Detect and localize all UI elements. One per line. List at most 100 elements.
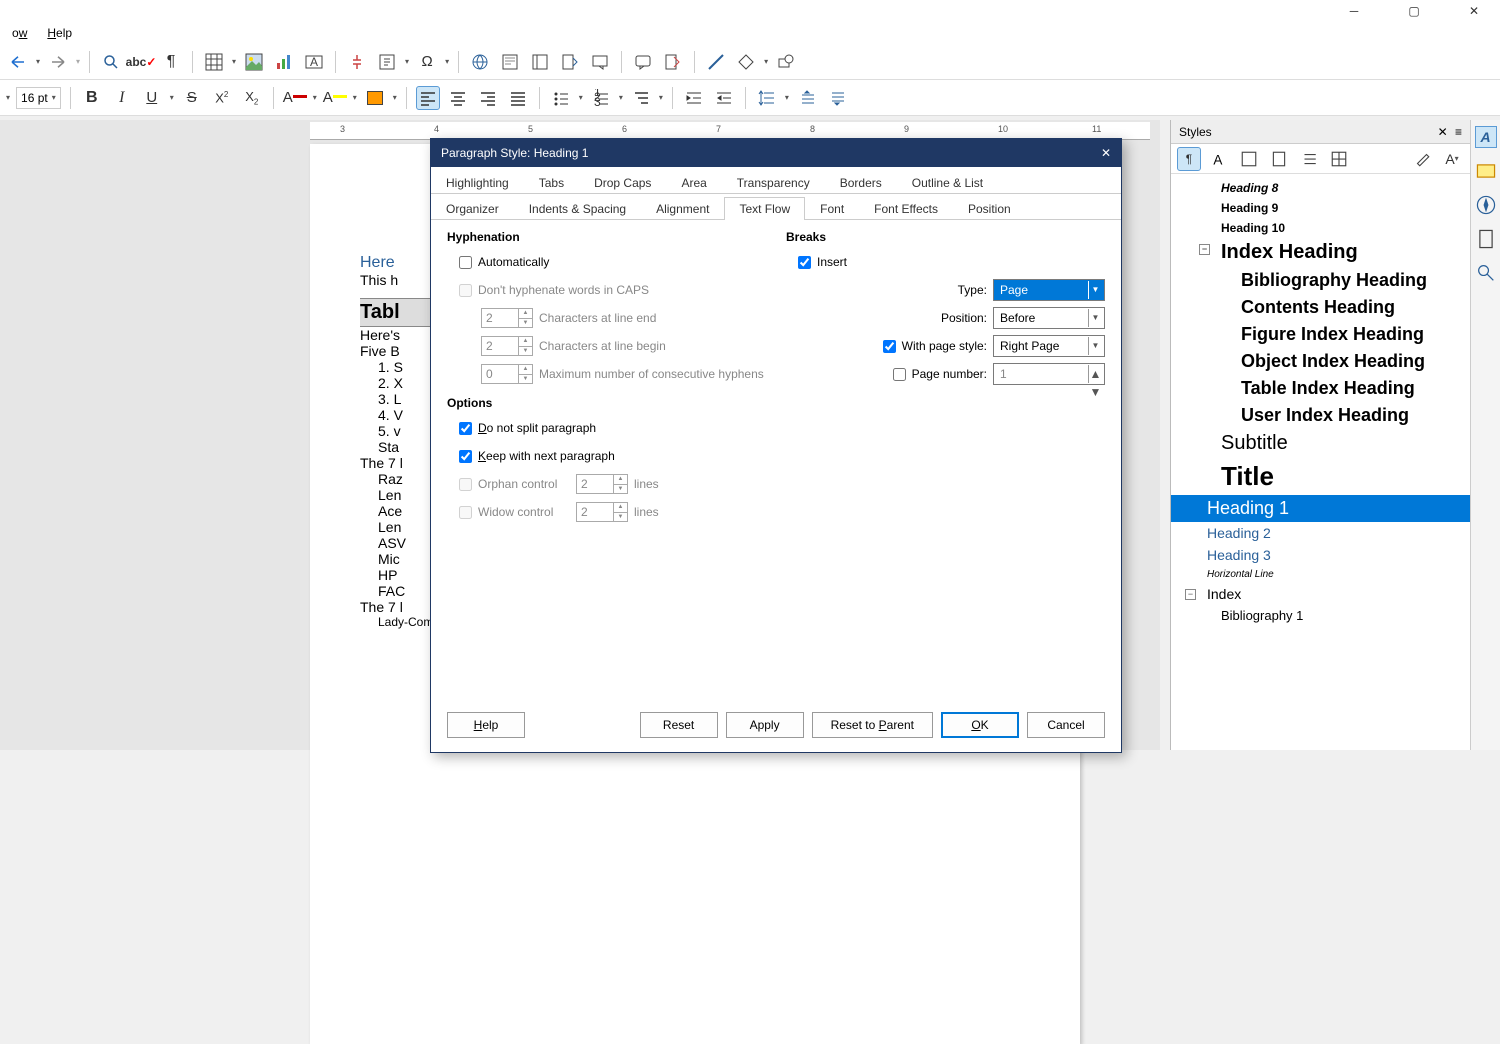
tab-alignment[interactable]: Alignment: [641, 197, 724, 220]
bold-icon[interactable]: B: [80, 86, 104, 110]
line-spacing-icon[interactable]: [755, 86, 779, 110]
style-item[interactable]: Heading 8: [1171, 178, 1470, 198]
insert-checkbox[interactable]: [798, 256, 811, 269]
comment-icon[interactable]: [631, 50, 655, 74]
insert-table-icon[interactable]: [202, 50, 226, 74]
comment-icon-2[interactable]: [588, 50, 612, 74]
find-replace-icon[interactable]: [99, 50, 123, 74]
tab-borders[interactable]: Borders: [825, 171, 897, 194]
ok-button[interactable]: OK: [941, 712, 1019, 738]
draw-functions-icon[interactable]: [774, 50, 798, 74]
tab-transparency[interactable]: Transparency: [722, 171, 825, 194]
basic-shapes-icon[interactable]: [734, 50, 758, 74]
cross-ref-icon[interactable]: [558, 50, 582, 74]
new-style-icon[interactable]: A▾: [1440, 147, 1464, 171]
align-center-icon[interactable]: [446, 86, 470, 110]
with-style-checkbox[interactable]: [883, 340, 896, 353]
underline-icon[interactable]: U: [140, 86, 164, 110]
sidebar-properties-icon[interactable]: A: [1475, 126, 1497, 148]
automatically-checkbox[interactable]: [459, 256, 472, 269]
sidebar-navigator-icon[interactable]: [1475, 194, 1497, 216]
character-styles-icon[interactable]: A: [1207, 147, 1231, 171]
frame-styles-icon[interactable]: [1237, 147, 1261, 171]
special-char-icon[interactable]: Ω: [415, 50, 439, 74]
style-item[interactable]: User Index Heading: [1171, 402, 1470, 429]
tab-organizer[interactable]: Organizer: [431, 197, 514, 220]
bookmark-icon[interactable]: [528, 50, 552, 74]
tab-indents-spacing[interactable]: Indents & Spacing: [514, 197, 641, 220]
char-highlight-icon[interactable]: [363, 86, 387, 110]
tree-toggle-icon[interactable]: −: [1185, 589, 1196, 600]
tab-font-effects[interactable]: Font Effects: [859, 197, 953, 220]
insert-field-icon[interactable]: [375, 50, 399, 74]
align-right-icon[interactable]: [476, 86, 500, 110]
sidebar-gallery-icon[interactable]: [1475, 160, 1497, 182]
tab-area[interactable]: Area: [666, 171, 721, 194]
align-left-icon[interactable]: [416, 86, 440, 110]
minimize-button[interactable]: ─: [1336, 1, 1372, 21]
style-item[interactable]: Bibliography Heading: [1171, 267, 1470, 294]
tab-text-flow[interactable]: Text Flow: [724, 197, 805, 220]
spellcheck-icon[interactable]: abc✓: [129, 50, 153, 74]
help-button[interactable]: Help: [447, 712, 525, 738]
align-justify-icon[interactable]: [506, 86, 530, 110]
dialog-titlebar[interactable]: Paragraph Style: Heading 1 ✕: [431, 139, 1121, 167]
paragraph-styles-icon[interactable]: ¶: [1177, 147, 1201, 171]
para-spacing-increase-icon[interactable]: [795, 86, 819, 110]
position-combo[interactable]: Before▼: [993, 307, 1105, 329]
close-button[interactable]: ✕: [1456, 1, 1492, 21]
tab-tabs[interactable]: Tabs: [524, 171, 579, 194]
insert-chart-icon[interactable]: [272, 50, 296, 74]
para-spacing-decrease-icon[interactable]: [825, 86, 849, 110]
table-styles-icon[interactable]: [1327, 147, 1351, 171]
style-item[interactable]: Index Heading−: [1171, 238, 1470, 267]
no-split-checkbox[interactable]: [459, 422, 472, 435]
style-item[interactable]: Heading 9: [1171, 198, 1470, 218]
style-item[interactable]: Heading 1: [1171, 495, 1470, 522]
hyperlink-icon[interactable]: [468, 50, 492, 74]
font-size-combo[interactable]: 16 pt▾: [16, 87, 61, 109]
style-item[interactable]: Contents Heading: [1171, 294, 1470, 321]
style-item[interactable]: Horizontal Line: [1171, 566, 1470, 583]
tab-position[interactable]: Position: [953, 197, 1026, 220]
style-item[interactable]: Figure Index Heading: [1171, 321, 1470, 348]
apply-button[interactable]: Apply: [726, 712, 804, 738]
styles-list[interactable]: Heading 8Heading 9Heading 10Index Headin…: [1171, 174, 1470, 746]
style-item[interactable]: Bibliography 1: [1171, 605, 1470, 626]
style-item[interactable]: Heading 3: [1171, 544, 1470, 566]
style-item[interactable]: Subtitle: [1171, 429, 1470, 458]
menu-help[interactable]: Help: [39, 24, 80, 42]
fill-format-icon[interactable]: [1410, 147, 1434, 171]
strikethrough-icon[interactable]: S: [180, 86, 204, 110]
insert-image-icon[interactable]: [242, 50, 266, 74]
outline-list-icon[interactable]: [629, 86, 653, 110]
menu-window[interactable]: ow: [4, 24, 35, 42]
subscript-icon[interactable]: X2: [240, 86, 264, 110]
style-item[interactable]: Heading 2: [1171, 522, 1470, 544]
style-item[interactable]: Index−: [1171, 583, 1470, 605]
sidebar-page-icon[interactable]: [1475, 228, 1497, 250]
maximize-button[interactable]: ▢: [1396, 1, 1432, 21]
tree-toggle-icon[interactable]: −: [1199, 244, 1210, 255]
tab-drop-caps[interactable]: Drop Caps: [579, 171, 666, 194]
bullet-list-icon[interactable]: [549, 86, 573, 110]
keep-next-checkbox[interactable]: [459, 450, 472, 463]
track-changes-icon[interactable]: [661, 50, 685, 74]
superscript-icon[interactable]: X2: [210, 86, 234, 110]
increase-indent-icon[interactable]: [682, 86, 706, 110]
font-color-icon[interactable]: A: [283, 86, 307, 110]
with-style-combo[interactable]: Right Page▼: [993, 335, 1105, 357]
style-item[interactable]: Table Index Heading: [1171, 375, 1470, 402]
styles-close-icon[interactable]: ✕: [1434, 125, 1452, 139]
decrease-indent-icon[interactable]: [712, 86, 736, 110]
page-styles-icon[interactable]: [1267, 147, 1291, 171]
page-break-icon[interactable]: [345, 50, 369, 74]
redo-icon[interactable]: [46, 50, 70, 74]
styles-menu-icon[interactable]: ≡: [1455, 125, 1462, 139]
highlight-color-icon[interactable]: A: [323, 86, 347, 110]
italic-icon[interactable]: I: [110, 86, 134, 110]
footnote-icon[interactable]: [498, 50, 522, 74]
tab-outline-list[interactable]: Outline & List: [897, 171, 998, 194]
tab-font[interactable]: Font: [805, 197, 859, 220]
undo-icon[interactable]: [6, 50, 30, 74]
